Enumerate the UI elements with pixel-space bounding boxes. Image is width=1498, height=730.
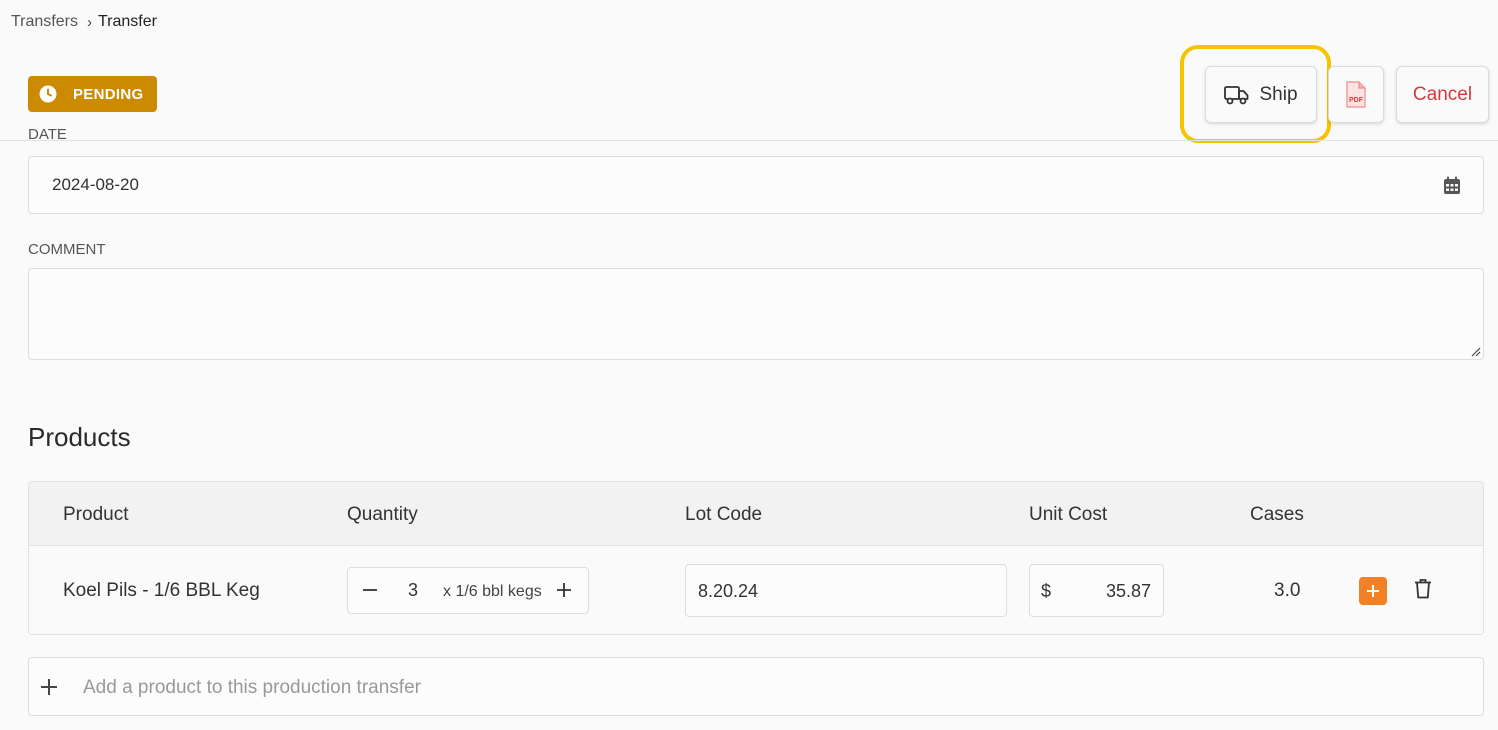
date-label: DATE [28,126,67,140]
comment-label: COMMENT [28,241,106,258]
breadcrumb-current: Transfer [97,13,157,30]
unit-cost-value: 35.87 [1105,581,1151,601]
pdf-icon: PDF [1346,81,1366,108]
cases-value: 3.0 [1274,580,1301,601]
unit-cost-input[interactable]: $ 35.87 [1029,564,1164,617]
chevron-right-icon: › [86,13,92,31]
quantity-stepper: 3 x 1/6 bbl kegs [347,567,589,614]
add-product-input[interactable]: Add a product to this production transfe… [28,657,1484,716]
trash-icon[interactable] [1414,578,1432,599]
column-header-unit-cost: Unit Cost [1029,504,1108,525]
plus-icon[interactable] [556,582,572,598]
table-row: Koel Pils - 1/6 BBL Keg 3 x 1/6 bbl kegs… [29,546,1483,635]
pdf-button[interactable]: PDF [1328,66,1384,123]
header-divider [0,140,1498,141]
status-badge: PENDING [28,76,157,112]
clock-icon [39,85,57,103]
table-header: Product Quantity Lot Code Unit Cost Case… [29,482,1483,546]
plus-icon [1367,585,1379,597]
quantity-input[interactable]: 3 [408,580,418,601]
breadcrumb: Transfers › Transfer [11,13,157,31]
date-input[interactable]: 2024-08-20 [28,156,1484,214]
lot-code-input[interactable]: 8.20.24 [685,564,1007,617]
products-table: Product Quantity Lot Code Unit Cost Case… [28,481,1484,635]
column-header-quantity: Quantity [347,504,418,525]
column-header-cases: Cases [1250,504,1304,525]
column-header-product: Product [63,504,129,525]
svg-text:PDF: PDF [1349,97,1364,104]
truck-icon [1224,85,1249,104]
resize-grip-icon[interactable] [1469,345,1481,357]
column-header-lot-code: Lot Code [685,504,763,525]
cancel-button[interactable]: Cancel [1396,66,1489,123]
status-label: PENDING [73,85,144,103]
products-title: Products [28,422,131,452]
quantity-unit: x 1/6 bbl kegs [443,583,542,600]
add-product-placeholder: Add a product to this production transfe… [83,677,421,698]
ship-label: Ship [1259,83,1298,105]
currency-symbol: $ [1041,581,1052,601]
plus-icon [41,679,57,695]
date-value: 2024-08-20 [52,175,139,194]
comment-textarea[interactable] [28,268,1484,360]
calendar-icon[interactable] [1443,176,1461,195]
minus-icon[interactable] [362,582,378,598]
breadcrumb-transfers-link[interactable]: Transfers [11,13,78,31]
product-name: Koel Pils - 1/6 BBL Keg [63,580,260,601]
add-case-button[interactable] [1359,577,1387,605]
ship-button[interactable]: Ship [1205,66,1317,123]
